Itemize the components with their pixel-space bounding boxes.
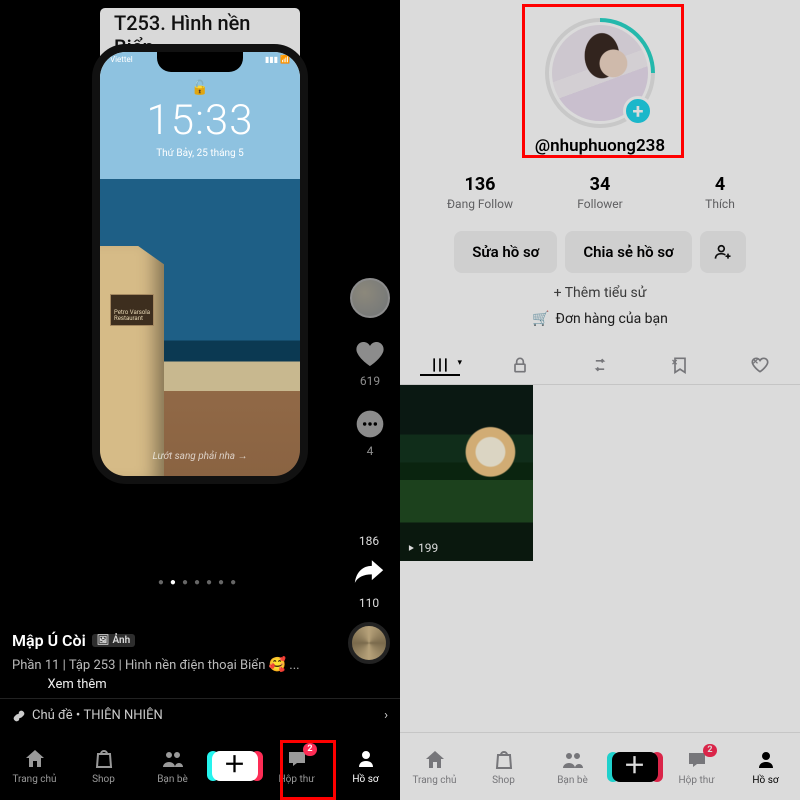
friends-icon (561, 748, 585, 772)
tab-shop[interactable]: Shop (474, 748, 534, 786)
bottom-tabbar-light: Trang chủ Shop Bạn bè ＋ 2 Hộp thư Hồ sơ (400, 732, 800, 800)
heart-icon (354, 338, 386, 370)
tab-private[interactable] (490, 355, 550, 375)
like-count: 619 (360, 374, 380, 388)
repost-icon (590, 355, 610, 375)
video-grid: 199 (400, 385, 800, 561)
tab-shop[interactable]: Shop (74, 747, 134, 785)
bag-icon (492, 748, 516, 772)
tab-reposts[interactable] (570, 355, 630, 375)
home-icon (423, 748, 447, 772)
create-button[interactable]: ＋ (612, 752, 658, 782)
play-icon (406, 543, 416, 553)
tab-grid[interactable]: ▾ (410, 355, 470, 375)
heart-outline-icon (750, 355, 770, 375)
link-icon (12, 709, 26, 723)
tab-profile[interactable]: Hồ sơ (736, 748, 796, 786)
tab-profile[interactable]: Hồ sơ (336, 747, 396, 785)
comment-count: 4 (367, 444, 374, 458)
tab-home[interactable]: Trang chủ (5, 747, 65, 785)
edit-profile-button[interactable]: Sửa hồ sơ (454, 231, 557, 273)
save-count: 186 (348, 534, 390, 548)
stat-likes[interactable]: 4 Thích (660, 174, 780, 211)
video-meta: Mập Ú Còi 🖼 Ảnh Phần 11 | Tập 253 | Hình… (12, 631, 330, 694)
tab-friends[interactable]: Bạn bè (543, 748, 603, 786)
add-user-icon (713, 242, 733, 262)
bottom-tabbar-dark: Trang chủ Shop Bạn bè ＋ 2 Hộp thư Hồ sơ (0, 732, 400, 800)
lockscreen-date: Thứ Bảy, 25 tháng 5 (100, 148, 300, 159)
tab-saved[interactable] (650, 355, 710, 375)
plus-icon: ＋ (223, 755, 245, 777)
lockscreen-mockup: Viettel ▮▮▮ 📶 🔓 15:33 Thứ Bảy, 25 tháng 5… (92, 44, 308, 484)
video-thumbnail[interactable]: 199 (400, 385, 533, 561)
create-button[interactable]: ＋ (212, 751, 258, 781)
author-name[interactable]: Mập Ú Còi (12, 631, 86, 650)
topic-name: THIÊN NHIÊN (84, 708, 163, 723)
person-icon (754, 748, 778, 772)
add-story-button[interactable]: + (623, 96, 653, 126)
grid-icon (430, 355, 450, 375)
bag-icon (92, 747, 116, 771)
profile-buttons: Sửa hồ sơ Chia sẻ hồ sơ (400, 231, 800, 273)
sound-disc[interactable] (348, 622, 390, 664)
chevron-right-icon: › (384, 708, 388, 723)
cart-icon: 🛒 (532, 311, 549, 327)
tab-inbox[interactable]: 2 Hộp thư (667, 748, 727, 786)
add-bio-link[interactable]: + Thêm tiểu sử (400, 285, 800, 301)
topic-bar[interactable]: Chủ đề • THIÊN NHIÊN › (0, 698, 400, 732)
share-count: 110 (348, 596, 390, 610)
feed-screen: T253. Hình nền Biển Viettel▮▮▮ 📶 🔓 15:33… (0, 0, 400, 800)
tab-liked[interactable] (730, 355, 790, 375)
lock-icon (510, 355, 530, 375)
lock-icon: 🔓 (191, 80, 208, 96)
signal-icons: ▮▮▮ 📶 (265, 55, 290, 64)
profile-screen: + @nhuphuong238 136 Đang Follow 34 Follo… (400, 0, 800, 800)
your-orders-link[interactable]: 🛒 Đơn hàng của bạn (400, 311, 800, 327)
video-views: 199 (406, 541, 438, 555)
stat-followers[interactable]: 34 Follower (540, 174, 660, 211)
share-button[interactable] (348, 548, 390, 594)
bookmark-icon (670, 355, 690, 375)
comment-icon (354, 408, 386, 440)
tab-home[interactable]: Trang chủ (405, 748, 465, 786)
media-type-badge: 🖼 Ảnh (92, 634, 135, 647)
profile-stats: 136 Đang Follow 34 Follower 4 Thích (400, 174, 800, 211)
carousel-dots: ●●●●●●● (0, 577, 400, 588)
person-icon (354, 747, 378, 771)
profile-avatar[interactable]: + (545, 18, 655, 128)
inbox-badge: 2 (303, 743, 316, 756)
friends-icon (161, 747, 185, 771)
video-side-rail: 619 4 (350, 278, 390, 458)
swipe-hint: Lướt sang phải nha → (100, 451, 300, 462)
lockscreen-time: 15:33 (100, 96, 300, 145)
comment-button[interactable]: 4 (354, 408, 386, 458)
stat-following[interactable]: 136 Đang Follow (420, 174, 540, 211)
author-avatar[interactable] (350, 278, 390, 318)
profile-extras: + Thêm tiểu sử 🛒 Đơn hàng của bạn (400, 285, 800, 327)
tab-inbox[interactable]: 2 Hộp thư (267, 747, 327, 785)
topic-prefix: Chủ đề • (32, 708, 80, 723)
share-icon (352, 556, 386, 590)
add-friend-button[interactable] (700, 231, 746, 273)
share-block: 186 110 (348, 534, 390, 664)
chevron-down-icon: ▾ (457, 358, 462, 368)
like-button[interactable]: 619 (354, 338, 386, 388)
see-more-link[interactable]: Xem thêm (47, 677, 106, 692)
carrier-label: Viettel (110, 55, 133, 64)
profile-content-tabs: ▾ (400, 345, 800, 385)
tab-friends[interactable]: Bạn bè (143, 747, 203, 785)
profile-handle[interactable]: @nhuphuong238 (400, 136, 800, 156)
video-caption[interactable]: Phần 11 | Tập 253 | Hình nền điện thoại … (12, 656, 330, 694)
share-profile-button[interactable]: Chia sẻ hồ sơ (565, 231, 691, 273)
plus-icon: ＋ (623, 756, 645, 778)
inbox-badge: 2 (703, 744, 716, 757)
home-icon (23, 747, 47, 771)
